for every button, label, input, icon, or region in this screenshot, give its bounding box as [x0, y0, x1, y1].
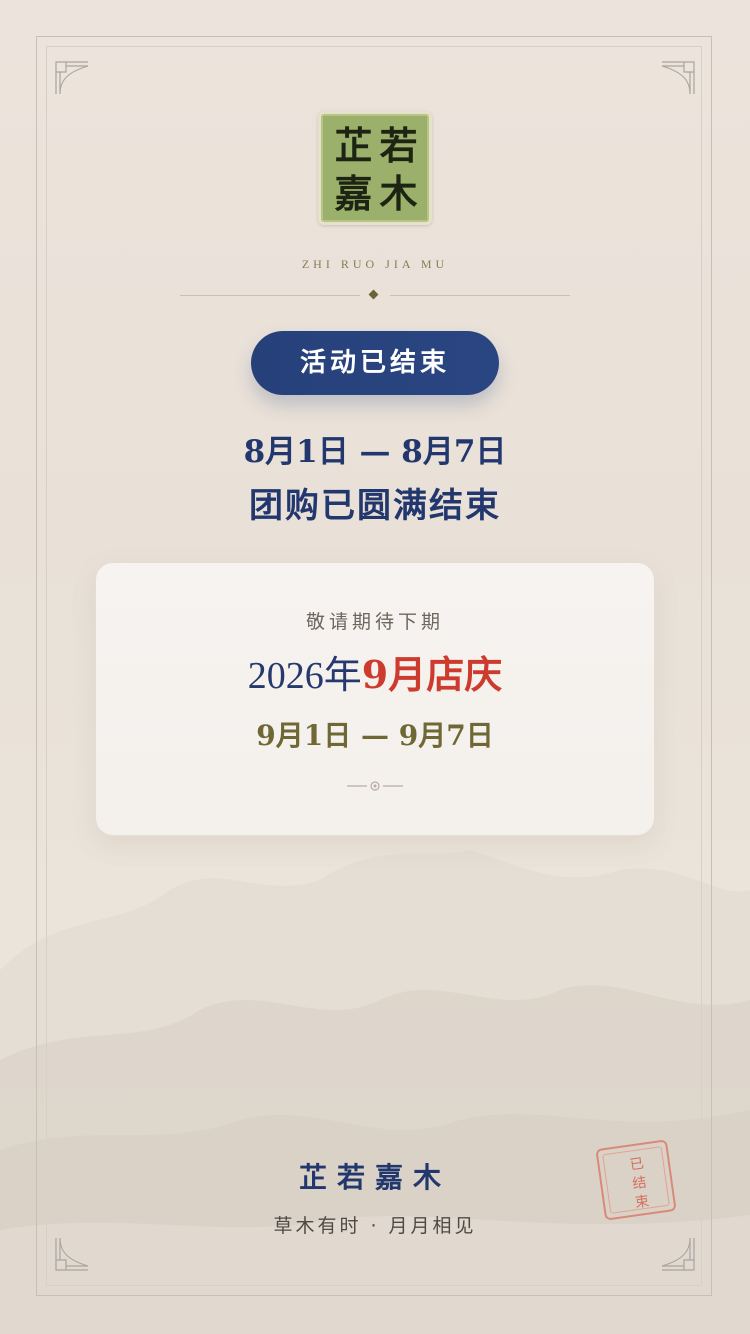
brand-logo-seal: 芷 若 嘉 木 [318, 111, 432, 225]
ornament-divider-icon [347, 781, 403, 791]
logo-char: 嘉 [334, 171, 373, 216]
next-event-name: 9月店庆 [361, 652, 503, 697]
logo-char: 若 [379, 123, 418, 168]
next-event-year: 2026年 [247, 655, 362, 697]
corner-ornament-icon [54, 60, 90, 96]
corner-ornament-icon [660, 60, 696, 96]
next-event-dates: 9月1日 — 9月7日 [256, 719, 494, 752]
next-event-subtitle: 敬请期待下期 [305, 611, 444, 633]
brand-pinyin: ZHI RUO JIA MU [301, 257, 449, 271]
ended-stamp: 已 结 束 [595, 1139, 677, 1221]
event-ended-message: 团购已圆满结束 [249, 486, 501, 526]
event-date-range: 8月1日 — 8月7日 [243, 434, 507, 470]
divider-line-left [180, 295, 360, 296]
next-event-title: 2026年9月店庆 [96, 649, 654, 702]
divider-line-right [390, 295, 570, 296]
logo-char: 木 [379, 171, 418, 216]
next-event-card: 敬请期待下期 2026年9月店庆 9月1日 — 9月7日 [95, 562, 655, 836]
logo-char: 芷 [334, 123, 373, 168]
status-badge: 活动已结束 [251, 331, 499, 395]
